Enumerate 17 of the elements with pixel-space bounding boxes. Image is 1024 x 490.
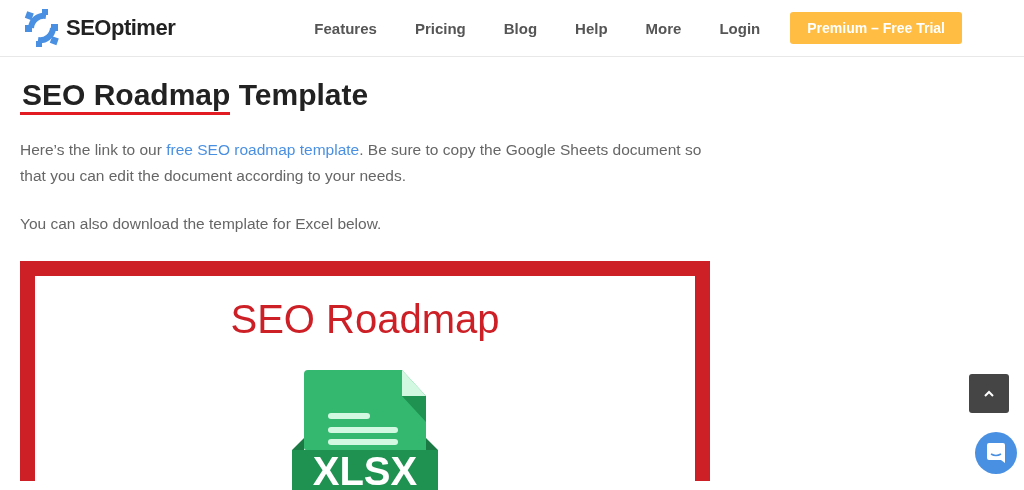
chevron-up-icon [984, 390, 994, 397]
download-note: You can also download the template for Excel below. [20, 214, 383, 234]
chat-bubble-icon [986, 442, 1006, 464]
intro-paragraph: Here’s the link to our free SEO roadmap template. Be sure to copy the Google Sheets document so that you can edit the document according to your needs. [20, 140, 703, 186]
nav-link[interactable]: Features [314, 19, 377, 37]
section-heading: SEO Roadmap Template [20, 75, 710, 115]
brand-name[interactable]: SEOptimer [66, 15, 176, 41]
chat-button[interactable] [975, 432, 1017, 474]
nav-link[interactable]: Help [575, 19, 608, 37]
nav-link[interactable]: More [645, 19, 682, 37]
document-icon [292, 370, 438, 450]
nav-link[interactable]: Login [719, 19, 761, 37]
nav-link[interactable]: Blog [503, 19, 538, 37]
scroll-to-top-button[interactable] [969, 374, 1009, 413]
nav-link[interactable]: Pricing [414, 19, 466, 37]
file-type-label: XLSX [292, 450, 438, 490]
image-heading: SEO Roadmap [230, 296, 500, 343]
